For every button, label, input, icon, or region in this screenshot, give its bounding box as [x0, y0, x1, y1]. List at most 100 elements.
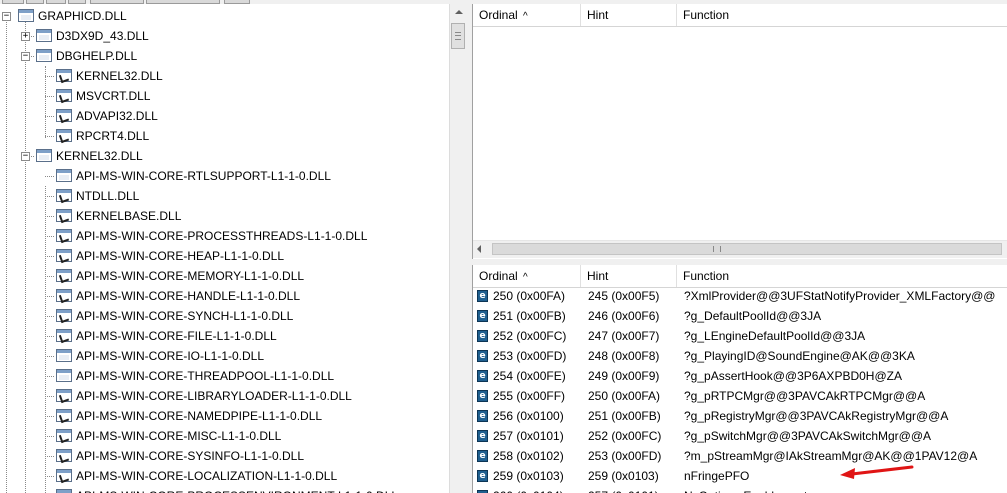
- column-function[interactable]: Function: [677, 4, 1007, 26]
- function-cell: ?g_pAssertHook@@3P6AXPBD0H@ZA: [684, 369, 902, 383]
- table-row[interactable]: e 257 (0x0101) 252 (0x00FC) ?g_pSwitchMgr@@…: [473, 426, 1007, 446]
- module-icon: [56, 369, 72, 382]
- export-function-icon: e: [477, 310, 488, 322]
- collapse-toggle[interactable]: −: [2, 12, 11, 21]
- ordinal-cell: 252 (0x00FC): [493, 329, 567, 343]
- forwarded-module-icon: [56, 429, 72, 444]
- tree-connector: [45, 276, 54, 277]
- scroll-thumb[interactable]: [451, 23, 465, 49]
- sort-ascending-icon: ^: [523, 11, 528, 22]
- hint-cell: 249 (0x00F9): [588, 369, 660, 383]
- tree-node-label: API-MS-WIN-CORE-HANDLE-L1-1-0.DLL: [76, 289, 301, 303]
- ordinal-cell: 251 (0x00FB): [493, 309, 566, 323]
- forwarded-module-icon: [56, 469, 72, 484]
- tree-guide-line: [45, 66, 46, 138]
- expand-toggle[interactable]: +: [21, 32, 30, 41]
- horizontal-scrollbar[interactable]: [473, 240, 1007, 258]
- scroll-thumb[interactable]: [492, 243, 1002, 255]
- sort-ascending-icon: ^: [523, 272, 528, 283]
- tree-connector: [45, 256, 54, 257]
- tree-vertical-scrollbar[interactable]: [449, 4, 467, 493]
- tree-node-label: API-MS-WIN-CORE-FILE-L1-1-0.DLL: [76, 329, 277, 343]
- function-cell: ?g_LEngineDefaultPoolId@@3JA: [684, 329, 866, 343]
- ordinal-cell: 260 (0x0104): [493, 486, 564, 493]
- hint-cell: 251 (0x00FB): [588, 409, 661, 423]
- column-hint[interactable]: Hint: [581, 4, 677, 26]
- column-function[interactable]: Function: [677, 265, 1007, 287]
- tree-connector: [45, 296, 54, 297]
- tree-connector: [45, 116, 54, 117]
- tree-node-label: API-MS-WIN-CORE-MEMORY-L1-1-0.DLL: [76, 269, 305, 283]
- tree-node-label: KERNEL32.DLL: [56, 149, 143, 163]
- collapse-toggle[interactable]: −: [21, 152, 30, 161]
- parent-imports-list[interactable]: Ordinal ^ Hint Function: [472, 4, 1007, 259]
- tree-connector: [45, 396, 54, 397]
- tree-node-label: NTDLL.DLL: [76, 189, 140, 203]
- export-function-icon: e: [477, 410, 488, 422]
- table-row[interactable]: e 253 (0x00FD) 248 (0x00F8) ?g_PlayingID@So…: [473, 346, 1007, 366]
- hint-cell: 252 (0x00FC): [588, 429, 662, 443]
- tree-node-label: ADVAPI32.DLL: [76, 109, 158, 123]
- table-row[interactable]: e 256 (0x0100) 251 (0x00FB) ?g_pRegistryMgr…: [473, 406, 1007, 426]
- column-ordinal[interactable]: Ordinal ^: [473, 265, 581, 287]
- module-icon: [36, 149, 52, 162]
- export-function-icon: e: [477, 330, 488, 342]
- function-cell: nFringePFO: [684, 469, 750, 483]
- annotation-arrow-icon: [840, 465, 914, 479]
- ordinal-cell: 253 (0x00FD): [493, 349, 567, 363]
- module-tree[interactable]: GRAPHICD.DLL − D3DX9D_43.DLL + DBGHELP.DLL…: [0, 4, 449, 493]
- exports-list[interactable]: Ordinal ^ Hint Function e 250 (0x00FA) 245…: [472, 265, 1007, 493]
- table-row[interactable]: e 250 (0x00FA) 245 (0x00F5) ?XmlProvider@@3…: [473, 286, 1007, 306]
- table-row[interactable]: e 254 (0x00FE) 249 (0x00F9) ?g_pAssertHook@…: [473, 366, 1007, 386]
- hint-cell: 248 (0x00F8): [588, 349, 660, 363]
- column-hint[interactable]: Hint: [581, 265, 677, 287]
- tree-node-label: API-MS-WIN-CORE-PROCESSTHREADS-L1-1-0.DL…: [76, 229, 368, 243]
- ordinal-cell: 256 (0x0100): [493, 409, 564, 423]
- table-row[interactable]: e 255 (0x00FF) 250 (0x00FA) ?g_pRTPCMgr@@3P…: [473, 386, 1007, 406]
- tree-node-label: KERNEL32.DLL: [76, 69, 163, 83]
- tree-connector: [45, 476, 54, 477]
- ordinal-cell: 254 (0x00FE): [493, 369, 566, 383]
- function-cell: ?g_PlayingID@SoundEngine@AK@@3KA: [684, 349, 915, 363]
- tree-node-label: API-MS-WIN-CORE-MISC-L1-1-0.DLL: [76, 429, 282, 443]
- tree-guide-line: [45, 186, 46, 493]
- tree-node-label: RPCRT4.DLL: [76, 129, 150, 143]
- column-ordinal[interactable]: Ordinal ^: [473, 4, 581, 26]
- ordinal-cell: 255 (0x00FF): [493, 389, 566, 403]
- export-function-icon: e: [477, 290, 488, 302]
- hint-cell: 259 (0x0103): [588, 469, 659, 483]
- tree-node-label: API-MS-WIN-CORE-LIBRARYLOADER-L1-1-0.DLL: [76, 389, 352, 403]
- forwarded-module-icon: [56, 389, 72, 404]
- forwarded-module-icon: [56, 489, 72, 493]
- scroll-left-arrow-icon[interactable]: [477, 245, 481, 253]
- table-row[interactable]: e260 (0x0104)257 (0x0101)NvOptimusEnable…: [473, 486, 1007, 493]
- tree-connector: [45, 436, 54, 437]
- list-header: Ordinal ^ Hint Function: [473, 265, 1007, 288]
- scroll-up-arrow-icon[interactable]: [450, 4, 467, 21]
- function-cell: ?XmlProvider@@3UFStatNotifyProvider_XMLF…: [684, 289, 996, 303]
- forwarded-module-icon: [56, 89, 72, 104]
- table-row[interactable]: e 258 (0x0102) 253 (0x00FD) ?m_pStreamMgr@I…: [473, 446, 1007, 466]
- tree-connector: [45, 456, 54, 457]
- module-icon: [56, 169, 72, 182]
- table-row[interactable]: e 259 (0x0103) 259 (0x0103) nFringePFO: [473, 466, 1007, 486]
- tree-node-label: API-MS-WIN-CORE-NAMEDPIPE-L1-1-0.DLL: [76, 409, 323, 423]
- tree-connector: [45, 236, 54, 237]
- forwarded-module-icon: [56, 289, 72, 304]
- tree-node-label: DBGHELP.DLL: [56, 49, 138, 63]
- tree-connector: [45, 316, 54, 317]
- tree-connector: [45, 216, 54, 217]
- tree-node-label: API-MS-WIN-CORE-SYNCH-L1-1-0.DLL: [76, 309, 294, 323]
- tree-node-label: API-MS-WIN-CORE-LOCALIZATION-L1-1-0.DLL: [76, 469, 338, 483]
- tree-node-label: API-MS-WIN-CORE-HEAP-L1-1-0.DLL: [76, 249, 285, 263]
- table-row[interactable]: e 251 (0x00FB) 246 (0x00F6) ?g_DefaultPoolI…: [473, 306, 1007, 326]
- tree-node-label: GRAPHICD.DLL: [38, 9, 127, 23]
- function-cell: ?g_DefaultPoolId@@3JA: [684, 309, 822, 323]
- table-row[interactable]: e 252 (0x00FC) 247 (0x00F7) ?g_LEngineDefau…: [473, 326, 1007, 346]
- tree-node-label: MSVCRT.DLL: [76, 89, 151, 103]
- function-cell: ?g_pRTPCMgr@@3PAVCAkRTPCMgr@@A: [684, 389, 926, 403]
- module-icon: [56, 349, 72, 362]
- function-cell: ?g_pSwitchMgr@@3PAVCAkSwitchMgr@@A: [684, 429, 932, 443]
- collapse-toggle[interactable]: −: [21, 52, 30, 61]
- hint-cell: 257 (0x0101): [588, 486, 659, 493]
